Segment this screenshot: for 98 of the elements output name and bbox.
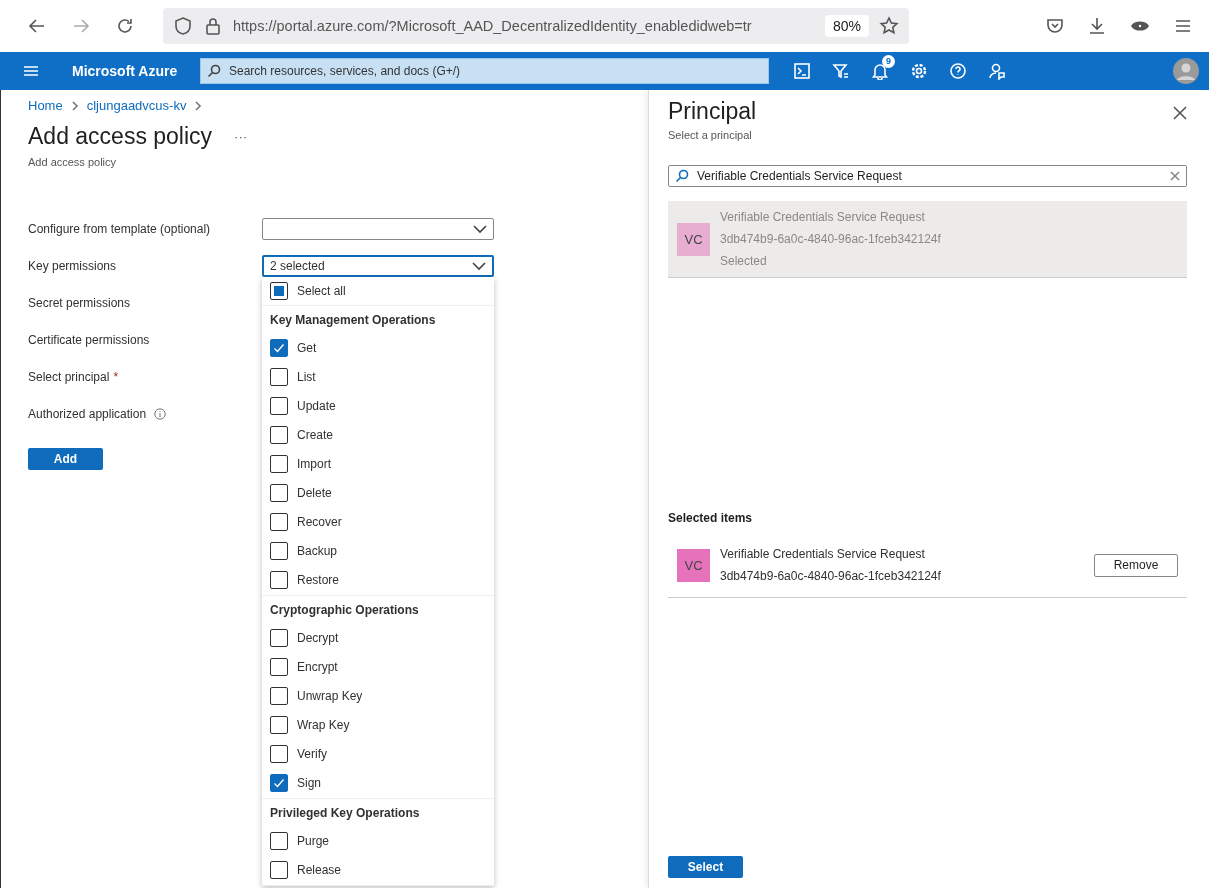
result-id: 3db474b9-6a0c-4840-96ac-1fceb342124f	[720, 231, 941, 248]
option-label[interactable]: Select all	[297, 283, 346, 298]
field-label: Certificate permissions	[28, 332, 150, 347]
help-icon[interactable]	[949, 62, 967, 80]
check-icon	[272, 341, 286, 355]
field-label: Secret permissions	[28, 295, 131, 310]
dropdown[interactable]: 2 selected	[262, 254, 494, 277]
chevron-down-icon[interactable]	[473, 223, 487, 234]
checkbox[interactable]	[270, 716, 288, 734]
remove-button[interactable]: Remove	[1094, 553, 1178, 577]
url-text[interactable]: https://portal.azure.com/?Microsoft_AAD_DecentralizedIdentity_enabledidweb=tr	[233, 18, 815, 34]
option-label[interactable]: Get	[297, 341, 317, 355]
option-label[interactable]: Sign	[297, 776, 322, 790]
search-field[interactable]: Verifiable Credentials Service Request	[695, 168, 1164, 184]
star-icon[interactable]	[879, 16, 899, 36]
field-label: Authorized application	[28, 406, 147, 421]
checkbox[interactable]	[270, 832, 288, 850]
group-heading: Privileged Key Operations	[269, 804, 421, 822]
search-box[interactable]: Verifiable Credentials Service Request	[668, 165, 1187, 187]
option-label[interactable]: Encrypt	[297, 660, 338, 674]
bell-icon[interactable]	[871, 62, 889, 80]
search-box[interactable]: Search resources, services, and docs (G+/)	[200, 58, 769, 84]
item-name: Verifiable Credentials Service Request	[720, 546, 926, 563]
checkbox[interactable]	[270, 513, 288, 531]
checkbox[interactable]	[270, 658, 288, 676]
panel-title: Principal	[668, 98, 757, 125]
group-heading: Cryptographic Operations	[269, 601, 420, 619]
option-label[interactable]: Restore	[297, 573, 340, 587]
option-label[interactable]: Create	[297, 428, 334, 442]
option-label[interactable]: Purge	[297, 834, 330, 848]
checkbox[interactable]	[270, 861, 288, 879]
option-label[interactable]: Recover	[297, 515, 342, 529]
option-label[interactable]: Unwrap Key	[297, 689, 363, 703]
search-icon[interactable]	[207, 64, 221, 78]
required-marker: *	[113, 369, 119, 384]
search-icon[interactable]	[675, 169, 689, 183]
select-button[interactable]: Select	[668, 856, 743, 878]
filter-icon[interactable]	[832, 62, 850, 80]
page-title: Add access policy	[28, 123, 213, 150]
checkbox[interactable]	[270, 397, 288, 415]
reload-icon[interactable]	[115, 16, 135, 36]
chevron-down-icon[interactable]	[472, 260, 486, 271]
zoom-badge[interactable]: 80%	[824, 15, 869, 37]
field-label: Key permissions	[28, 258, 117, 273]
option-label[interactable]: Wrap Key	[297, 718, 350, 732]
checkbox[interactable]	[270, 426, 288, 444]
checkbox[interactable]	[270, 745, 288, 763]
option-label[interactable]: List	[297, 370, 316, 384]
field-label: Configure from template (optional)	[28, 221, 211, 236]
lock-icon[interactable]	[203, 16, 223, 36]
checkbox[interactable]	[270, 281, 288, 300]
result-row[interactable]: VC Verifiable Credentials Service Request 3db474b9-6a0c-4840-96ac-1fceb342124f Selected	[668, 201, 1187, 278]
option-label[interactable]: Import	[297, 457, 331, 471]
result-status: Selected	[720, 253, 768, 270]
feedback-icon[interactable]	[988, 62, 1006, 80]
brand-name[interactable]: Microsoft Azure	[72, 63, 200, 79]
add-button[interactable]: Add	[28, 448, 103, 470]
pocket-icon[interactable]	[1045, 16, 1065, 36]
item-id: 3db474b9-6a0c-4840-96ac-1fceb342124f	[720, 568, 942, 585]
checkbox[interactable]	[270, 542, 288, 560]
checkbox[interactable]	[270, 571, 288, 589]
chevron-right-icon[interactable]	[70, 99, 79, 112]
checkbox[interactable]	[270, 629, 288, 647]
option-label[interactable]: Backup	[297, 544, 338, 558]
section-heading: Selected items	[668, 511, 754, 525]
download-icon[interactable]	[1087, 16, 1107, 36]
avatar-icon[interactable]	[1173, 58, 1199, 84]
panel-subtitle: Select a principal	[668, 129, 753, 141]
avatar: VC	[677, 222, 710, 256]
check-icon	[272, 776, 286, 790]
checkbox[interactable]	[270, 774, 288, 792]
group-heading: Key Management Operations	[269, 311, 437, 329]
option-label[interactable]: Update	[297, 399, 336, 413]
checkbox[interactable]	[270, 687, 288, 705]
checkbox[interactable]	[270, 484, 288, 502]
terminal-icon[interactable]	[793, 62, 811, 80]
field-label: Select principal	[28, 369, 110, 384]
avatar: VC	[677, 548, 710, 582]
chevron-right-icon[interactable]	[194, 99, 203, 112]
close-icon[interactable]	[1173, 106, 1187, 120]
settings-icon[interactable]	[910, 62, 928, 80]
option-label[interactable]: Decrypt	[297, 631, 339, 645]
shield-icon[interactable]	[173, 16, 193, 36]
clear-icon[interactable]	[1170, 171, 1180, 181]
page-subtitle: Add access policy	[28, 156, 118, 168]
breadcrumb-link[interactable]: Home	[28, 98, 63, 113]
search-field[interactable]: Search resources, services, and docs (G+/)	[227, 63, 762, 79]
option-label[interactable]: Verify	[297, 747, 327, 761]
checkbox[interactable]	[270, 339, 288, 357]
option-label[interactable]: Release	[297, 863, 342, 877]
breadcrumb-link[interactable]: cljungaadvcus-kv	[86, 98, 187, 113]
checkbox[interactable]	[270, 368, 288, 386]
info-icon[interactable]	[154, 407, 167, 420]
checkbox[interactable]	[270, 455, 288, 473]
notification-badge: 9	[882, 55, 895, 68]
more-button[interactable]: ···	[234, 129, 248, 144]
option-label[interactable]: Delete	[297, 486, 332, 500]
result-name: Verifiable Credentials Service Request	[720, 209, 926, 226]
